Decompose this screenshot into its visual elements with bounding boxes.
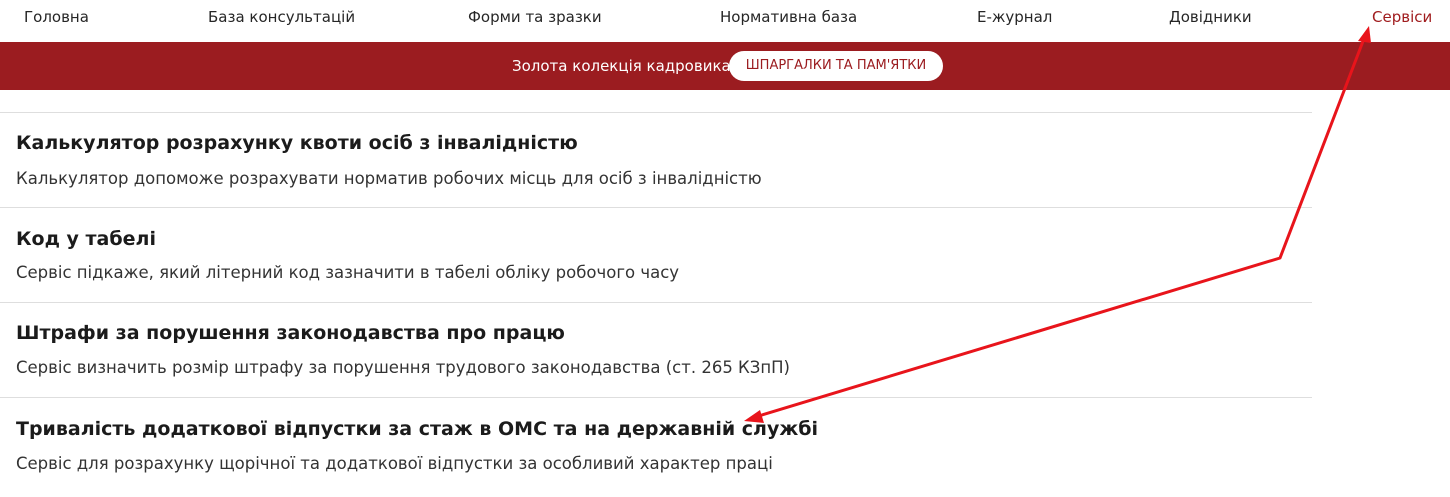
banner-text: Золота колекція кадровика (512, 57, 731, 75)
nav-item-forms[interactable]: Форми та зразки (468, 8, 602, 26)
promo-banner: Золота колекція кадровика ШПАРГАЛКИ ТА П… (0, 42, 1450, 90)
cheatsheets-button[interactable]: ШПАРГАЛКИ ТА ПАМ'ЯТКИ (729, 51, 943, 81)
nav-item-home[interactable]: Головна (24, 8, 89, 26)
divider (0, 302, 1312, 303)
divider (0, 207, 1312, 208)
nav-item-consultations[interactable]: База консультацій (208, 8, 355, 26)
service-title-timesheet-code[interactable]: Код у табелі (16, 227, 156, 251)
nav-item-services[interactable]: Сервіси (1372, 8, 1432, 26)
nav-item-regulations[interactable]: Нормативна база (720, 8, 857, 26)
service-title-disability-quota[interactable]: Калькулятор розрахунку квоти осіб з інва… (16, 131, 578, 155)
service-description: Сервіс визначить розмір штрафу за поруше… (16, 358, 790, 377)
service-description: Калькулятор допоможе розрахувати нормати… (16, 169, 762, 188)
top-navigation: Головна База консультацій Форми та зразк… (0, 0, 1450, 42)
annotation-arrow-line (750, 34, 1367, 420)
service-description: Сервіс підкаже, який літерний код зазнач… (16, 263, 680, 282)
service-title-labor-fines[interactable]: Штрафи за порушення законодавства про пр… (16, 321, 565, 345)
divider (0, 112, 1312, 113)
service-title-additional-leave[interactable]: Тривалість додаткової відпустки за стаж … (16, 417, 818, 441)
service-description: Сервіс для розрахунку щорічної та додатк… (16, 454, 773, 473)
divider (0, 397, 1312, 398)
nav-item-directories[interactable]: Довідники (1169, 8, 1252, 26)
nav-item-e-journal[interactable]: Е-журнал (977, 8, 1052, 26)
